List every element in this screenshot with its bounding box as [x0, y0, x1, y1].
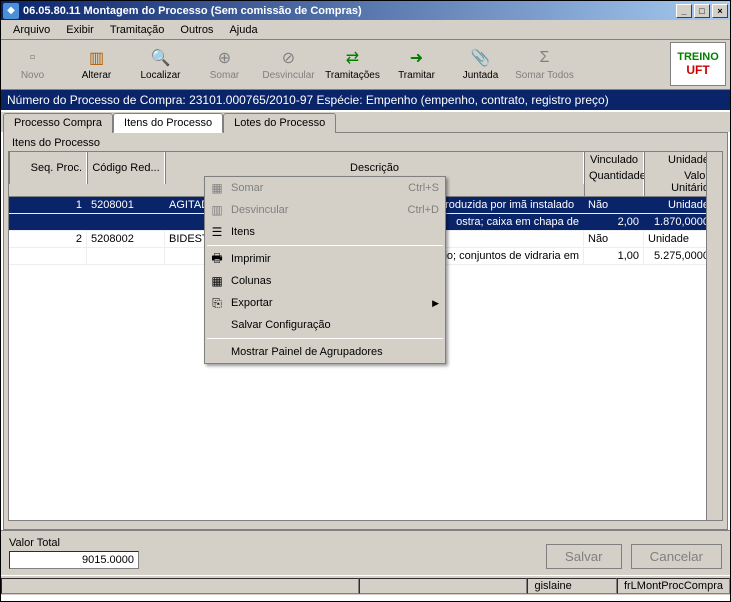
tab-lotes-processo[interactable]: Lotes do Processo	[223, 113, 336, 133]
tool-novo[interactable]: ▫Novo	[1, 40, 65, 89]
tool-somar-todos[interactable]: ΣSomar Todos	[513, 40, 577, 89]
process-info-bar: Número do Processo de Compra: 23101.0007…	[1, 90, 730, 110]
status-form: frLMontProcCompra	[617, 578, 730, 594]
search-icon: 🔍	[151, 48, 171, 68]
col-vinculado[interactable]: Vinculado	[584, 152, 644, 168]
col-quantidade[interactable]: Quantidade	[584, 168, 644, 196]
tool-desvincular[interactable]: ⊘Desvincular	[257, 40, 321, 89]
grid-scrollbar[interactable]	[706, 152, 722, 520]
tool-tramitacoes[interactable]: ⇄Tramitações	[321, 40, 385, 89]
tab-itens-processo[interactable]: Itens do Processo	[113, 113, 223, 133]
valor-total-field[interactable]: 9015.0000	[9, 551, 139, 569]
unlink-icon: ⊘	[279, 48, 299, 68]
status-user: gislaine	[527, 578, 616, 594]
items-icon: ☰	[207, 225, 227, 239]
col-codigo[interactable]: Código Red...	[87, 152, 165, 184]
status-empty-1	[1, 578, 359, 594]
tool-juntada[interactable]: 📎Juntada	[449, 40, 513, 89]
cm-exportar[interactable]: ⎘ Exportar ▶	[205, 292, 445, 314]
col-unidade[interactable]: Unidade	[644, 152, 714, 168]
cm-somar[interactable]: ▦ Somar Ctrl+S	[205, 177, 445, 199]
attach-icon: 📎	[471, 48, 491, 68]
menu-outros[interactable]: Outros	[172, 22, 221, 38]
sum-icon: ⊕	[215, 48, 235, 68]
maximize-button[interactable]: □	[694, 4, 710, 18]
columns-icon: ▦	[207, 274, 227, 288]
context-menu: ▦ Somar Ctrl+S ▥ Desvincular Ctrl+D ☰ It…	[204, 176, 446, 364]
tab-strip: Processo Compra Itens do Processo Lotes …	[1, 112, 730, 132]
print-icon: 🖶	[207, 249, 227, 270]
routes-icon: ⇄	[343, 48, 363, 68]
close-button[interactable]: ×	[712, 4, 728, 18]
tool-localizar[interactable]: 🔍Localizar	[129, 40, 193, 89]
col-valor-unitario[interactable]: Valor Unitário	[644, 168, 714, 196]
window-title: 06.05.80.11 Montagem do Processo (Sem co…	[23, 5, 674, 17]
cm-itens[interactable]: ☰ Itens	[205, 221, 445, 243]
footer: Valor Total 9015.0000 Salvar Cancelar	[1, 530, 730, 575]
tool-somar[interactable]: ⊕Somar	[193, 40, 257, 89]
minimize-button[interactable]: _	[676, 4, 692, 18]
cancelar-button[interactable]: Cancelar	[631, 544, 722, 569]
col-seq[interactable]: Seq. Proc.	[9, 152, 87, 184]
app-icon: ◆	[3, 3, 19, 19]
tool-tramitar[interactable]: ➜Tramitar	[385, 40, 449, 89]
toolbar: ▫Novo ▥Alterar 🔍Localizar ⊕Somar ⊘Desvin…	[1, 40, 730, 90]
sum-icon: ▦	[207, 181, 227, 195]
export-icon: ⎘	[207, 296, 227, 311]
menu-bar: Arquivo Exibir Tramitação Outros Ajuda	[1, 20, 730, 40]
submenu-arrow-icon: ▶	[432, 298, 439, 309]
cm-imprimir[interactable]: 🖶 Imprimir	[205, 248, 445, 270]
cm-salvar-config[interactable]: Salvar Configuração	[205, 314, 445, 336]
title-bar: ◆ 06.05.80.11 Montagem do Processo (Sem …	[1, 1, 730, 20]
menu-exibir[interactable]: Exibir	[58, 22, 102, 38]
new-icon: ▫	[23, 48, 43, 68]
salvar-button[interactable]: Salvar	[546, 544, 622, 569]
brand-logo: TREINO UFT	[670, 42, 726, 86]
group-label: Itens do Processo	[8, 137, 723, 149]
cm-colunas[interactable]: ▦ Colunas	[205, 270, 445, 292]
cm-separator	[207, 245, 443, 246]
tool-alterar[interactable]: ▥Alterar	[65, 40, 129, 89]
edit-icon: ▥	[87, 48, 107, 68]
cm-mostrar-painel[interactable]: Mostrar Painel de Agrupadores	[205, 341, 445, 363]
menu-ajuda[interactable]: Ajuda	[221, 22, 265, 38]
valor-total-label: Valor Total	[9, 537, 139, 549]
menu-arquivo[interactable]: Arquivo	[5, 22, 58, 38]
cm-desvincular[interactable]: ▥ Desvincular Ctrl+D	[205, 199, 445, 221]
forward-icon: ➜	[407, 48, 427, 68]
status-bar: gislaine frLMontProcCompra	[1, 575, 730, 595]
menu-tramitacao[interactable]: Tramitação	[102, 22, 173, 38]
sum-all-icon: Σ	[535, 48, 555, 68]
unlink-icon: ▥	[207, 203, 227, 217]
status-empty-2	[359, 578, 528, 594]
tab-processo-compra[interactable]: Processo Compra	[3, 113, 113, 133]
cm-separator	[207, 338, 443, 339]
